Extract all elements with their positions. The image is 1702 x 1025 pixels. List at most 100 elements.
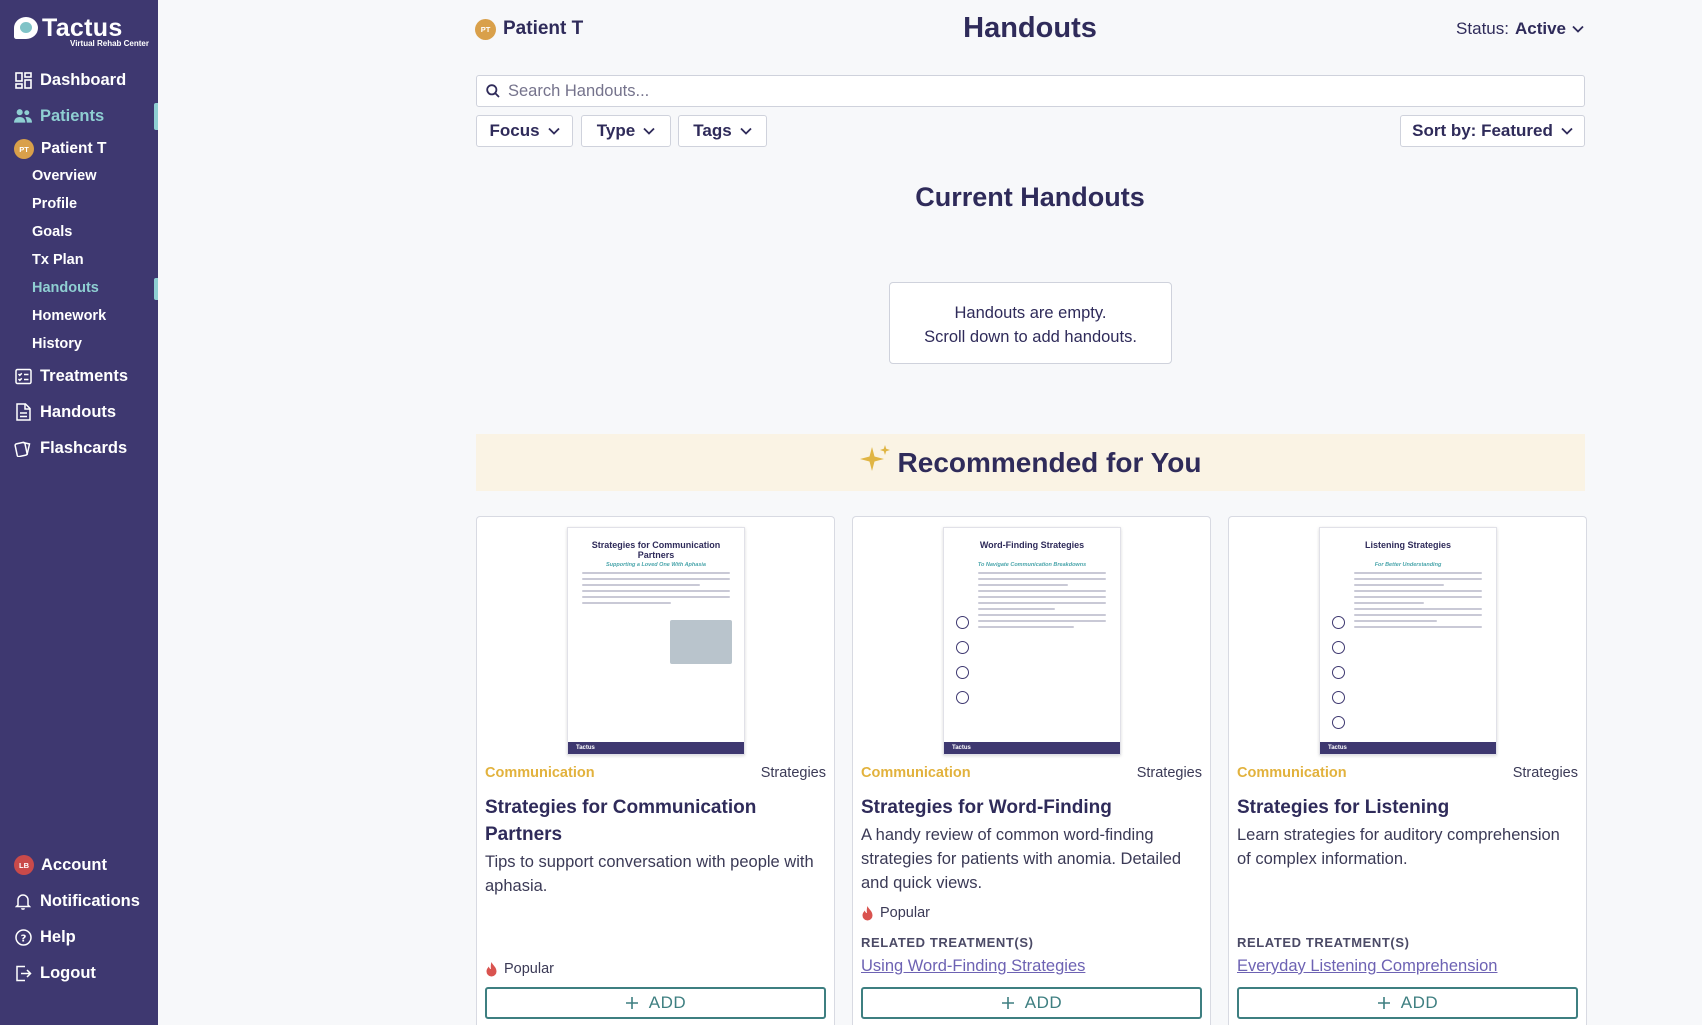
card-description: Tips to support conversation with people…: [485, 853, 814, 895]
chevron-down-icon: [1561, 127, 1573, 135]
sidebar-item-help[interactable]: ? Help: [14, 924, 76, 950]
add-handout-button[interactable]: ADD: [1237, 987, 1578, 1019]
type-label: Strategies: [760, 765, 826, 781]
avatar: PT: [475, 18, 496, 40]
sidebar-subitem-overview[interactable]: Overview: [32, 168, 97, 184]
plus-icon: [625, 996, 639, 1010]
card-description: Learn strategies for auditory comprehens…: [1237, 826, 1560, 868]
handout-card[interactable]: Word-Finding Strategies To Navigate Comm…: [852, 516, 1211, 1025]
add-label: ADD: [648, 993, 687, 1012]
handout-card[interactable]: Strategies for Communication Partners Su…: [476, 516, 835, 1025]
type-label: Strategies: [1136, 765, 1202, 781]
chevron-down-icon: [643, 127, 655, 135]
search-bar: [476, 75, 1585, 107]
logout-icon: [14, 964, 32, 982]
sidebar-item-label: Handouts: [40, 402, 117, 421]
status-dropdown[interactable]: Status: Active: [1456, 19, 1584, 39]
plus-icon: [1377, 996, 1391, 1010]
flame-icon: [485, 961, 498, 977]
sidebar-item-dashboard[interactable]: Dashboard: [14, 67, 126, 93]
filter-label: Focus: [489, 121, 540, 140]
popular-badge: Popular: [861, 905, 930, 921]
sidebar-subitem-handouts[interactable]: Handouts: [32, 280, 99, 296]
thumbnail-text-lines: [978, 572, 1106, 728]
popular-badge: Popular: [485, 961, 554, 977]
sidebar-item-label: Treatments: [40, 366, 129, 385]
thumbnail-bullets: [956, 616, 969, 716]
header-patient: PT Patient T: [475, 18, 583, 40]
sidebar-item-account[interactable]: LB Account: [14, 852, 107, 878]
current-handouts-title: Current Handouts: [915, 182, 1145, 212]
empty-hint: Scroll down to add handouts.: [924, 328, 1137, 346]
thumbnail-text-lines: [1354, 572, 1482, 728]
sidebar-item-notifications[interactable]: Notifications: [14, 888, 140, 914]
document-icon: [14, 403, 32, 421]
sidebar-item-patients[interactable]: Patients: [14, 103, 104, 129]
status-value: Active: [1514, 19, 1566, 38]
card-description: A handy review of common word-finding st…: [861, 826, 1182, 892]
type-filter[interactable]: Type: [581, 115, 671, 147]
thumbnail-title: Word-Finding Strategies: [979, 540, 1085, 550]
help-icon: ?: [14, 928, 32, 946]
sidebar-item-label: Account: [41, 855, 107, 874]
search-input[interactable]: [508, 81, 1558, 101]
avatar: PT: [14, 139, 34, 159]
handout-thumbnail[interactable]: Word-Finding Strategies To Navigate Comm…: [943, 527, 1121, 755]
sidebar-item-label: Patients: [40, 106, 105, 125]
tags-filter[interactable]: Tags: [678, 115, 767, 147]
sidebar-item-patient[interactable]: PT Patient T: [14, 136, 106, 162]
sidebar-subitem-tx-plan[interactable]: Tx Plan: [32, 252, 84, 268]
related-treatment-link[interactable]: Using Word-Finding Strategies: [861, 957, 1085, 976]
add-handout-button[interactable]: ADD: [861, 987, 1202, 1019]
sidebar-item-label: Patient T: [41, 140, 107, 157]
add-label: ADD: [1024, 993, 1063, 1012]
sidebar-subitem-goals[interactable]: Goals: [32, 224, 72, 240]
sidebar-subitem-homework[interactable]: Homework: [32, 308, 106, 324]
sidebar-item-treatments[interactable]: Treatments: [14, 363, 128, 389]
chevron-down-icon: [740, 127, 752, 135]
thumbnail-title: Strategies for Communication Partners: [591, 540, 721, 560]
card-title[interactable]: Strategies for Communication Partners: [485, 794, 826, 848]
tactus-logo[interactable]: Tactus Virtual Rehab Center: [14, 14, 154, 50]
thumbnail-footer: Tactus: [568, 742, 744, 754]
sort-dropdown[interactable]: Sort by: Featured: [1400, 115, 1585, 147]
sidebar-item-label: Logout: [40, 963, 96, 982]
category-label: Communication: [1237, 765, 1347, 781]
card-title[interactable]: Strategies for Listening: [1237, 794, 1578, 821]
handout-thumbnail[interactable]: Listening Strategies For Better Understa…: [1319, 527, 1497, 755]
sidebar-item-logout[interactable]: Logout: [14, 960, 96, 986]
add-handout-button[interactable]: ADD: [485, 987, 826, 1019]
sidebar-item-label: Dashboard: [40, 70, 127, 89]
thumbnail-subtitle: Supporting a Loved One With Aphasia: [606, 562, 706, 568]
page-title: Handouts: [963, 12, 1097, 44]
handout-card[interactable]: Listening Strategies For Better Understa…: [1228, 516, 1587, 1025]
sort-label: Sort by: Featured: [1412, 121, 1553, 140]
active-indicator: [154, 103, 158, 130]
handout-thumbnail[interactable]: Strategies for Communication Partners Su…: [567, 527, 745, 755]
active-indicator: [154, 278, 158, 300]
filter-label: Type: [596, 121, 636, 140]
speech-bubble-icon: [14, 17, 38, 39]
sidebar-item-label: Help: [40, 927, 76, 946]
related-treatments-label: RELATED TREATMENT(S): [1237, 935, 1410, 950]
flashcards-icon: [14, 439, 32, 457]
thumbnail-bullets: [1332, 616, 1345, 741]
bell-icon: [14, 892, 32, 910]
card-title[interactable]: Strategies for Word-Finding: [861, 794, 1202, 821]
flame-icon: [861, 905, 874, 921]
chevron-down-icon: [1572, 25, 1584, 33]
empty-message: Handouts are empty.: [954, 304, 1107, 322]
status-label: Status:: [1456, 19, 1509, 38]
sidebar-item-handouts[interactable]: Handouts: [14, 399, 116, 425]
category-label: Communication: [485, 765, 595, 781]
chevron-down-icon: [547, 127, 560, 135]
empty-state: Handouts are empty. Scroll down to add h…: [889, 282, 1172, 364]
sidebar-subitem-profile[interactable]: Profile: [32, 196, 77, 212]
focus-filter[interactable]: Focus: [476, 115, 573, 147]
sidebar-subitem-history[interactable]: History: [32, 336, 82, 352]
related-treatment-link[interactable]: Everyday Listening Comprehension: [1237, 957, 1497, 976]
thumbnail-subtitle: To Navigate Communication Breakdowns: [977, 562, 1087, 568]
sidebar-item-flashcards[interactable]: Flashcards: [14, 435, 127, 461]
patient-name: Patient T: [503, 18, 584, 39]
thumbnail-photo: [670, 620, 732, 664]
